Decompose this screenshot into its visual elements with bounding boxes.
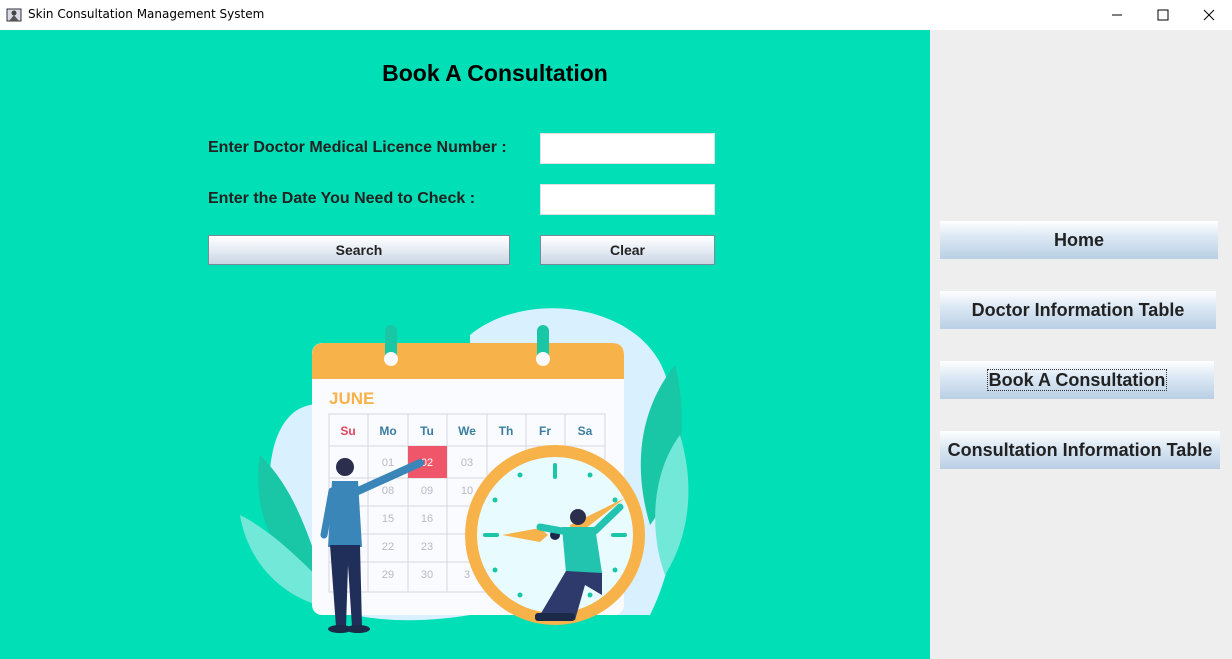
calendar-date: 03 xyxy=(461,457,473,469)
sidebar-item-label: Book A Consultation xyxy=(986,368,1168,391)
calendar-date: 29 xyxy=(382,569,394,581)
booking-panel: Book A Consultation Enter Doctor Medical… xyxy=(0,30,930,659)
clear-button[interactable]: Clear xyxy=(540,235,715,265)
calendar-day: Su xyxy=(340,424,355,438)
calendar-day: Tu xyxy=(420,424,434,438)
calendar-date: 15 xyxy=(382,513,394,525)
check-date-label: Enter the Date You Need to Check : xyxy=(208,190,476,207)
minimize-icon[interactable] xyxy=(1094,0,1140,30)
calendar-day: We xyxy=(458,424,476,438)
calendar-illustration: JUNE Su Mo Tu We Th Fr Sa 01 02 03 08 09… xyxy=(240,308,689,633)
app-icon xyxy=(6,7,22,23)
calendar-day: Sa xyxy=(578,424,593,438)
check-date-input[interactable] xyxy=(540,184,715,215)
calendar-date: 01 xyxy=(382,457,394,469)
calendar-date: 16 xyxy=(421,513,433,525)
sidebar-item-doctor-information-table[interactable]: Doctor Information Table xyxy=(940,291,1216,329)
search-button[interactable]: Search xyxy=(208,235,510,265)
licence-number-label: Enter Doctor Medical Licence Number : xyxy=(208,139,507,156)
sidebar-item-home[interactable]: Home xyxy=(940,221,1218,259)
calendar-date: 10 xyxy=(461,485,473,497)
close-icon[interactable] xyxy=(1186,0,1232,30)
sidebar-item-book-a-consultation[interactable]: Book A Consultation xyxy=(940,361,1214,399)
calendar-date: 3 xyxy=(464,569,470,581)
sidebar: Home Doctor Information Table Book A Con… xyxy=(930,30,1232,659)
calendar-month: JUNE xyxy=(329,389,374,408)
window-title-bar: Skin Consultation Management System xyxy=(0,0,1232,30)
calendar-date: 30 xyxy=(421,569,433,581)
calendar-date: 22 xyxy=(382,541,394,553)
calendar-date: 23 xyxy=(421,541,433,553)
calendar-day: Th xyxy=(499,424,514,438)
window-title: Skin Consultation Management System xyxy=(28,7,265,21)
sidebar-item-consultation-information-table[interactable]: Consultation Information Table xyxy=(940,431,1220,469)
calendar-date: 09 xyxy=(421,485,433,497)
licence-number-input[interactable] xyxy=(540,133,715,164)
calendar-day: Fr xyxy=(539,424,551,438)
calendar-date: 08 xyxy=(382,485,394,497)
calendar-day: Mo xyxy=(379,424,396,438)
maximize-icon[interactable] xyxy=(1140,0,1186,30)
page-title: Book A Consultation xyxy=(382,60,608,86)
